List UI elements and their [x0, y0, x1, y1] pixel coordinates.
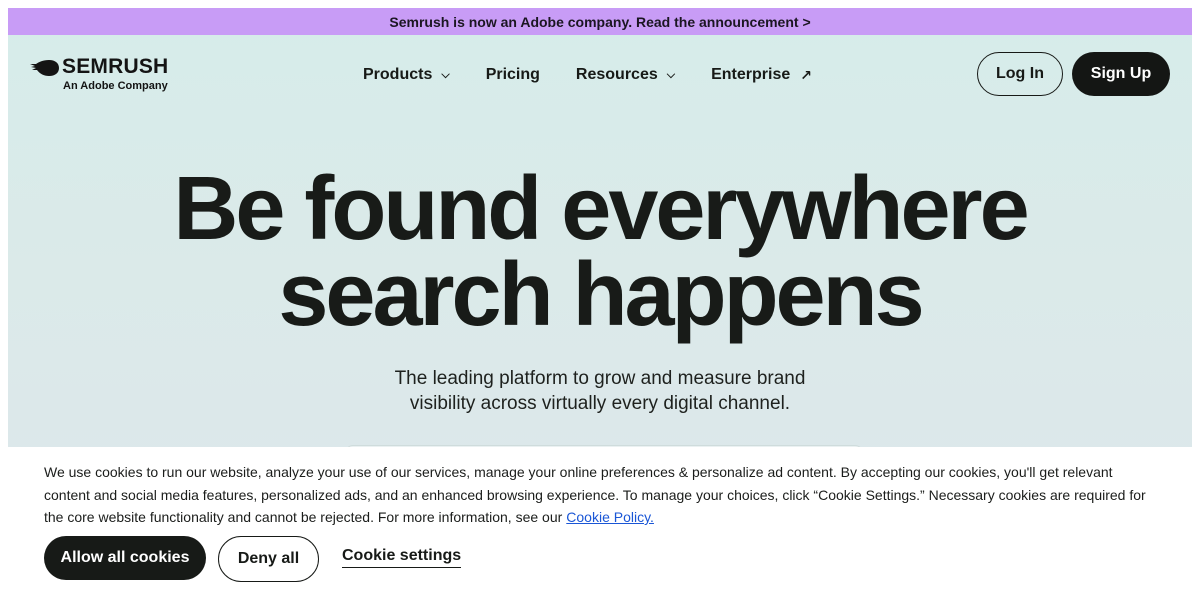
allow-all-cookies-button[interactable]: Allow all cookies [44, 536, 206, 580]
main-menu: Products ⌵ Pricing Resources ⌵ Enterpris… [363, 35, 848, 115]
cookie-settings-button[interactable]: Cookie settings [342, 547, 462, 568]
nav-resources[interactable]: Resources ⌵ [576, 66, 675, 84]
login-button[interactable]: Log In [977, 52, 1063, 96]
nav-products-label: Products [363, 66, 433, 83]
nav-products[interactable]: Products ⌵ [363, 66, 450, 84]
announcement-bar[interactable]: Semrush is now an Adobe company. Read th… [8, 8, 1192, 35]
logo-tagline: An Adobe Company [63, 80, 168, 92]
nav-enterprise-label: Enterprise [711, 66, 791, 83]
hero-subtitle: The leading platform to grow and measure… [350, 366, 850, 416]
cookie-policy-link[interactable]: Cookie Policy. [566, 509, 654, 525]
semrush-logo[interactable]: SEMRUSH An Adobe Company [30, 55, 180, 95]
nav-enterprise[interactable]: Enterprise ↗ [711, 66, 812, 84]
chevron-down-icon: ⌵ [441, 68, 450, 81]
hero-title: Be found everywhere search happens [8, 164, 1192, 340]
hero-title-line-1: Be found everywhere [173, 159, 1029, 259]
cookie-banner: We use cookies to run our website, analy… [8, 447, 1192, 589]
hero-subtitle-line-2: visibility across virtually every digita… [409, 393, 791, 414]
chevron-down-icon: ⌵ [666, 68, 676, 81]
page-frame: Semrush is now an Adobe company. Read th… [8, 8, 1192, 589]
nav-resources-label: Resources [575, 66, 658, 83]
external-arrow-icon: ↗ [800, 66, 812, 83]
hero-subtitle-line-1: The leading platform to grow and measure… [394, 368, 806, 389]
logo-wordmark: SEMRUSH [62, 55, 169, 78]
hero-title-line-2: search happens [278, 245, 924, 345]
signup-button[interactable]: Sign Up [1072, 52, 1170, 96]
cookie-message: We use cookies to run our website, analy… [44, 461, 1154, 529]
nav-pricing[interactable]: Pricing [486, 66, 540, 84]
semrush-fireball-icon [30, 60, 59, 76]
deny-all-button[interactable]: Deny all [218, 536, 319, 582]
nav-pricing-label: Pricing [485, 66, 540, 83]
top-navigation: SEMRUSH An Adobe Company Products ⌵ Pric… [8, 35, 1192, 115]
